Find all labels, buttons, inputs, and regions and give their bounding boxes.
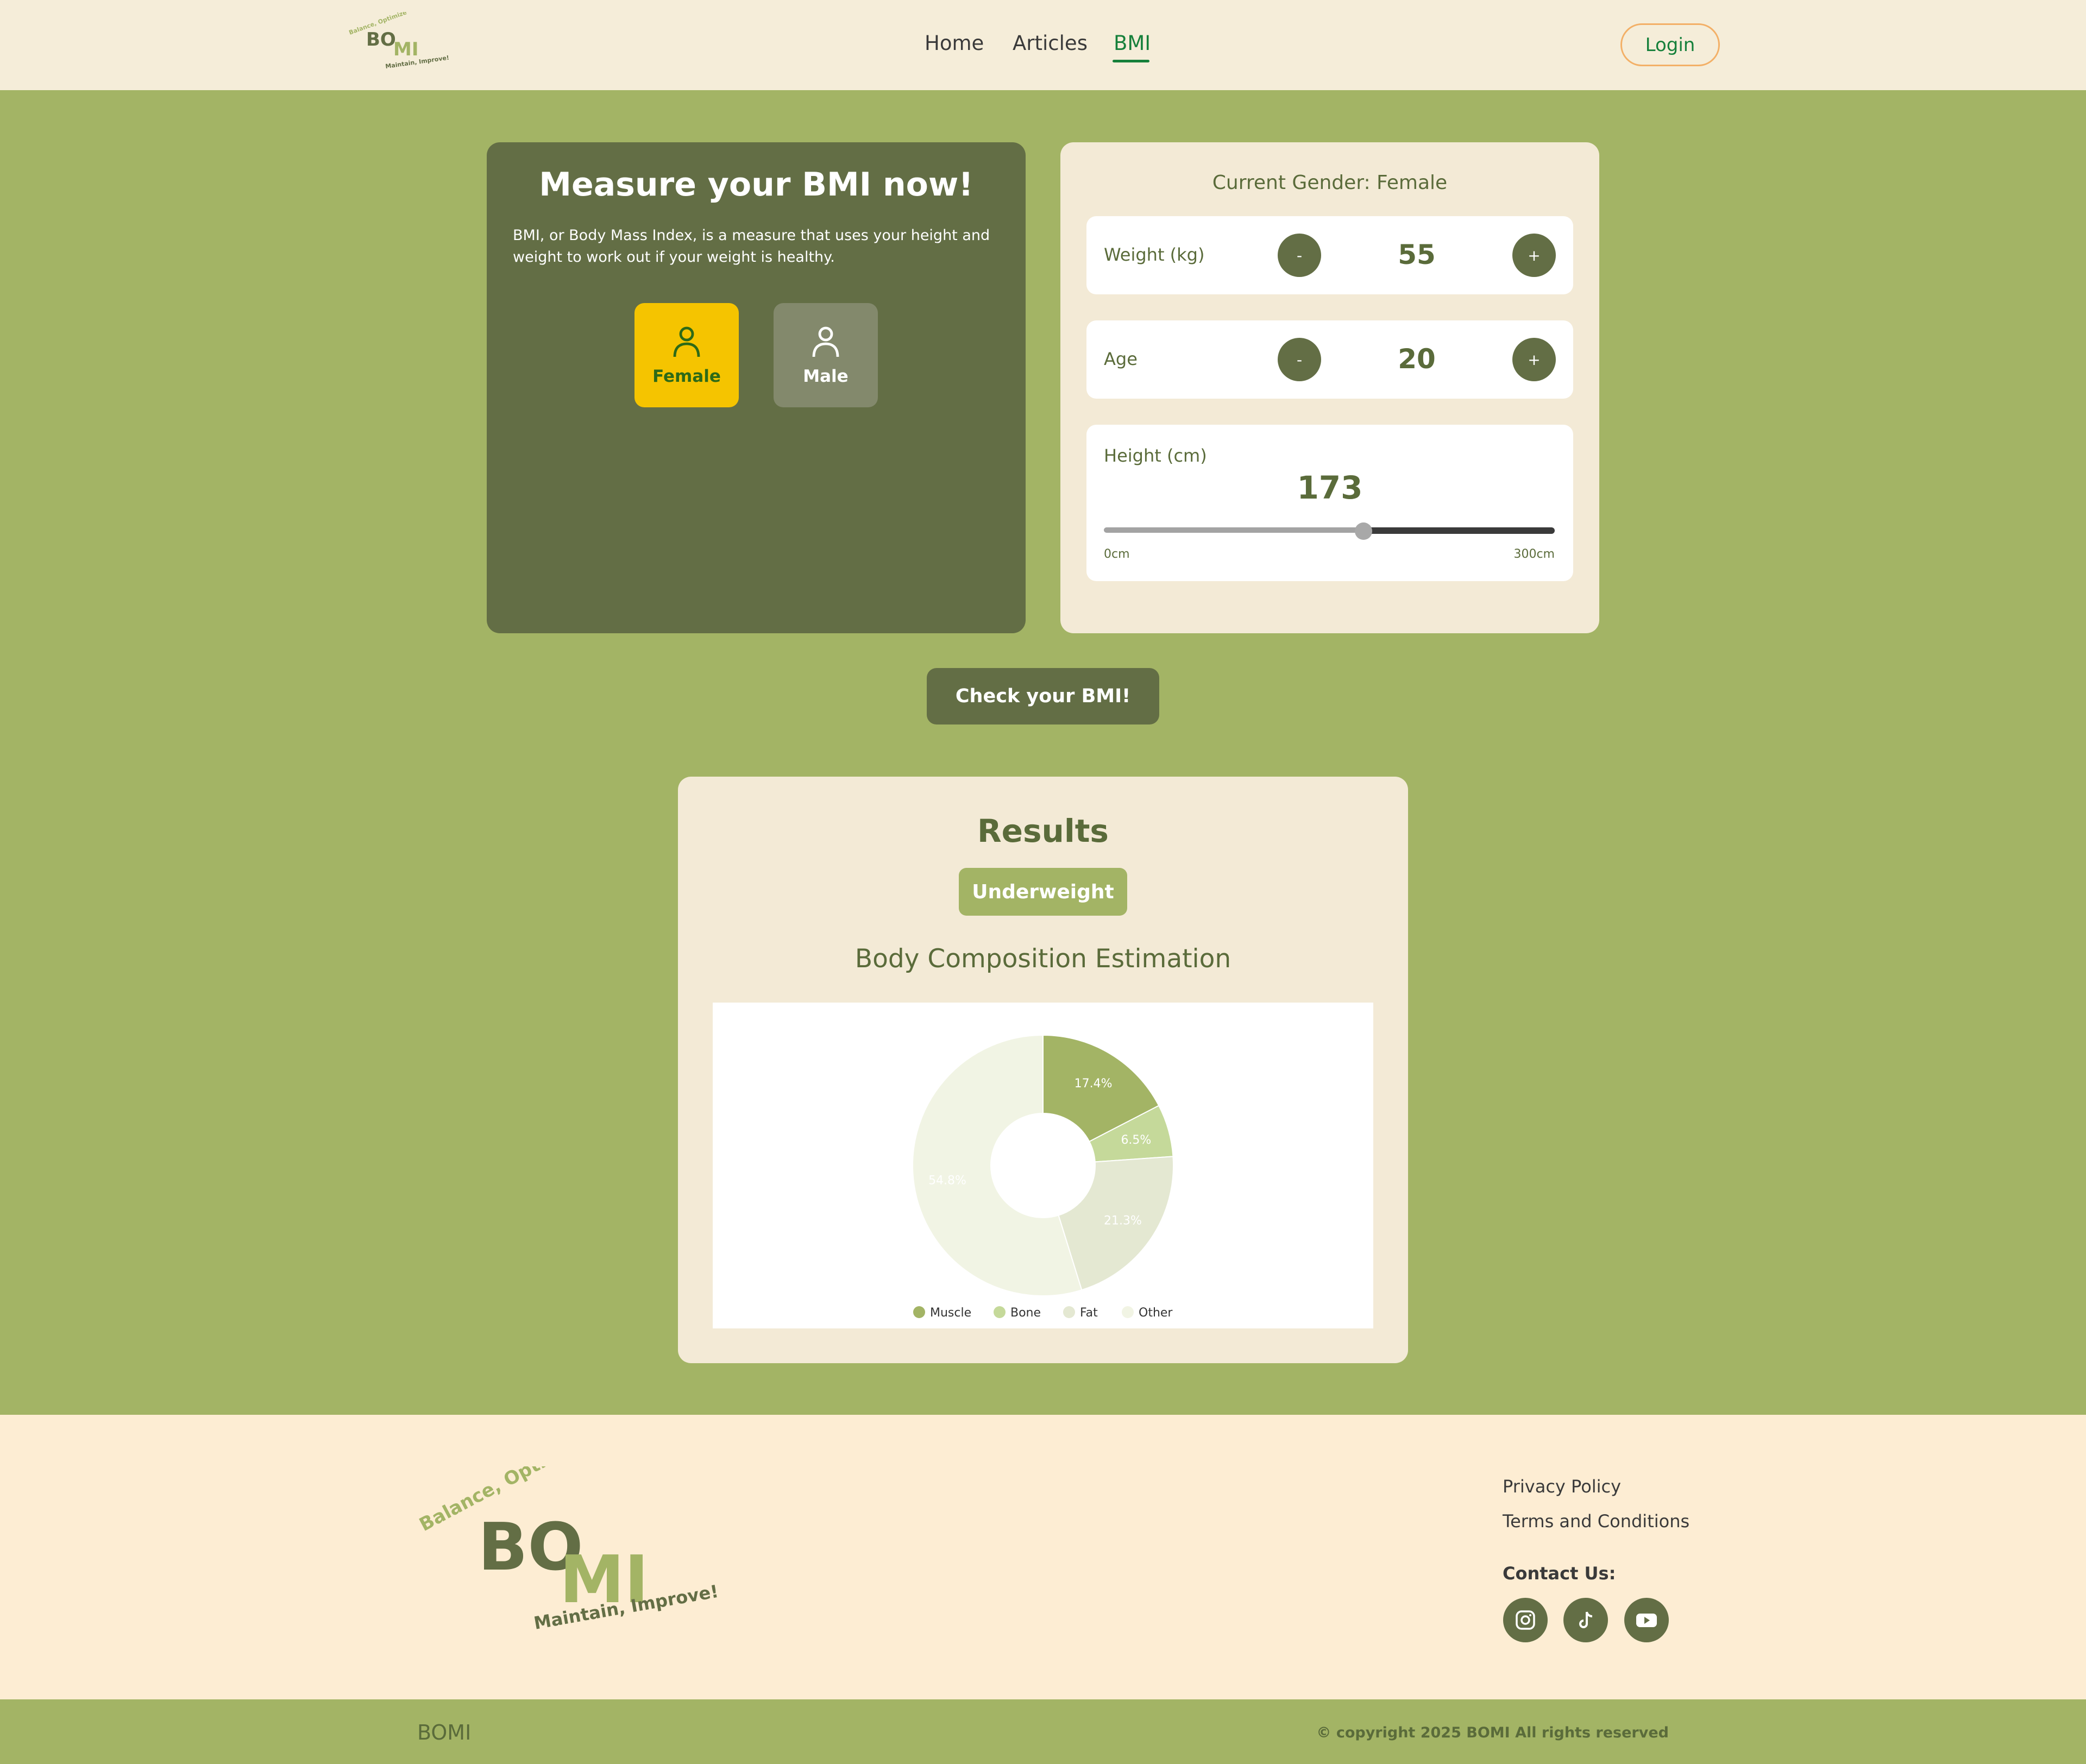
weight-value: 55 — [1398, 239, 1436, 270]
composition-title: Body Composition Estimation — [854, 944, 1232, 974]
legend-label-bone[interactable]: Bone — [1010, 1306, 1041, 1320]
intro-description: BMI, or Body Mass Index, is a measure th… — [513, 227, 990, 266]
age-row — [1086, 320, 1573, 399]
nav-bmi[interactable]: BMI — [1114, 32, 1151, 55]
footer-brand: BOMI — [417, 1721, 472, 1744]
male-button[interactable]: Male — [774, 303, 878, 407]
terms-link[interactable]: Terms and Conditions — [1503, 1511, 1689, 1532]
person-icon — [812, 326, 839, 357]
height-min-label: 0cm — [1104, 547, 1130, 561]
slice-label-fat: 21.3% — [1104, 1214, 1142, 1228]
slice-label-other: 54.8% — [928, 1174, 966, 1188]
age-decrement-button[interactable]: - — [1278, 338, 1321, 381]
instagram-button[interactable] — [1503, 1598, 1548, 1642]
donut-chart: 17.4% 6.5% 21.3% 54.8% Muscle Bone Fat Other — [912, 1034, 1174, 1320]
copyright-text: © copyright 2025 BOMI All rights reserve… — [1316, 1724, 1669, 1741]
intro-title: Measure your BMI now! — [539, 166, 973, 204]
current-gender-label: Current Gender: Female — [1212, 172, 1448, 194]
height-slider-track[interactable] — [1364, 527, 1555, 534]
weight-decrement-button[interactable]: - — [1278, 234, 1321, 277]
male-label: Male — [803, 367, 849, 386]
legend-label-other[interactable]: Other — [1139, 1306, 1173, 1320]
legend-swatch-bone — [994, 1306, 1006, 1318]
intro-card — [487, 142, 1026, 633]
contact-label: Contact Us: — [1503, 1563, 1616, 1584]
height-slider-fill[interactable] — [1104, 527, 1364, 533]
female-label: Female — [652, 367, 721, 386]
legend-label-muscle[interactable]: Muscle — [930, 1306, 971, 1320]
height-max-label: 300cm — [1513, 547, 1555, 561]
legend-swatch-muscle — [913, 1306, 925, 1318]
legend-swatch-other — [1122, 1306, 1134, 1318]
nav-home[interactable]: Home — [925, 32, 984, 55]
female-button[interactable]: Female — [634, 303, 739, 407]
svg-text:MI: MI — [393, 39, 418, 60]
nav-active-indicator — [1113, 60, 1149, 62]
height-label: Height (cm) — [1104, 445, 1207, 466]
person-icon — [673, 326, 700, 357]
legend-label-fat[interactable]: Fat — [1080, 1306, 1098, 1320]
age-increment-button[interactable]: + — [1512, 338, 1556, 381]
svg-text:BO: BO — [366, 29, 396, 51]
height-value: 173 — [1297, 469, 1363, 506]
privacy-policy-link[interactable]: Privacy Policy — [1503, 1476, 1621, 1497]
results-title: Results — [977, 812, 1109, 849]
footer — [0, 1415, 2086, 1699]
youtube-button[interactable] — [1624, 1598, 1669, 1642]
age-value: 20 — [1398, 343, 1436, 375]
check-bmi-button[interactable]: Check your BMI! — [927, 668, 1159, 724]
composition-chart: 17.4% 6.5% 21.3% 54.8% Muscle Bone Fat Other — [713, 1003, 1373, 1328]
weight-increment-button[interactable]: + — [1512, 234, 1556, 277]
nav-articles[interactable]: Articles — [1013, 32, 1088, 55]
slice-label-muscle: 17.4% — [1075, 1077, 1113, 1091]
legend-swatch-fat — [1063, 1306, 1075, 1318]
tiktok-button[interactable] — [1563, 1598, 1608, 1642]
bottom-bar — [0, 1699, 2086, 1764]
slice-label-bone: 6.5% — [1121, 1133, 1151, 1147]
login-button[interactable]: Login — [1620, 23, 1720, 66]
instagram-icon — [1516, 1610, 1535, 1630]
youtube-icon — [1636, 1614, 1657, 1627]
header-logo[interactable]: Balance, Optimize BO MI Maintain, Improv… — [342, 9, 456, 77]
age-label: Age — [1104, 349, 1138, 369]
height-slider-thumb[interactable] — [1355, 522, 1372, 540]
bmi-category-badge: Underweight — [959, 868, 1127, 916]
footer-logo: Balance, Optimize BO MI Maintain, Improv… — [416, 1428, 744, 1646]
tiktok-icon — [1579, 1611, 1593, 1628]
weight-label: Weight (kg) — [1104, 244, 1205, 265]
